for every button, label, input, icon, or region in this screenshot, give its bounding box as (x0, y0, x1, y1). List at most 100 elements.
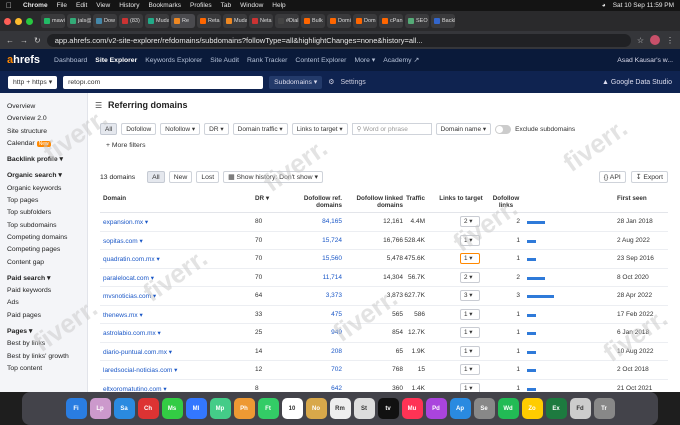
browser-tab[interactable]: SEO (405, 14, 429, 28)
dock-app-icon[interactable]: Ex (545, 398, 567, 419)
dock-app-icon[interactable]: Ph (233, 398, 255, 419)
sidebar-item-content-gap[interactable]: Content gap (7, 257, 87, 269)
api-button[interactable]: {} API (598, 171, 626, 183)
sidebar-section-pages[interactable]: Pages ▾ (7, 326, 87, 338)
browser-tab[interactable]: Muda (223, 14, 247, 28)
nav-keywords-explorer[interactable]: Keywords Explorer (145, 57, 202, 64)
links-to-target-select[interactable]: 1 ▾ (460, 253, 480, 264)
settings-link[interactable]: Settings (341, 79, 366, 86)
links-to-target-select[interactable]: 2 ▾ (460, 216, 480, 227)
dock-app-icon[interactable]: Ml (185, 398, 207, 419)
url-bar[interactable]: app.ahrefs.com/v2-site-explorer/refdomai… (46, 33, 631, 47)
links-to-target-select[interactable]: 2 ▾ (460, 271, 480, 283)
minimize-window-button[interactable] (15, 17, 22, 25)
domain-link[interactable]: quadratin.com.mx ▾ (103, 255, 160, 263)
nav-site-audit[interactable]: Site Audit (210, 57, 239, 64)
dock-app-icon[interactable]: Lp (89, 398, 111, 419)
browser-tab[interactable]: Bulk (301, 14, 325, 28)
domain-link[interactable]: eltxoromatutino.com ▾ (103, 385, 167, 393)
forward-icon[interactable]: → (20, 36, 28, 45)
dofollow-ref-domains-link[interactable]: 208 (290, 348, 342, 355)
sidebar-item-top-subfolders[interactable]: Top subfolders (7, 207, 87, 219)
menu-tab[interactable]: Tab (221, 2, 231, 9)
filter-dofollow[interactable]: Dofollow (121, 123, 157, 135)
mode-select[interactable]: Subdomains ▾ (269, 75, 323, 89)
dock-app-icon[interactable]: Se (473, 398, 495, 419)
dofollow-ref-domains-link[interactable]: 642 (290, 385, 342, 392)
sidebar-item-best-by-links-growth[interactable]: Best by links' growth (7, 351, 87, 363)
browser-tab[interactable]: mawi (41, 14, 65, 28)
dofollow-ref-domains-link[interactable]: 84,165 (290, 218, 342, 225)
domain-link[interactable]: diario-puntual.com.mx ▾ (103, 348, 172, 356)
col-dofollow-linked-domains[interactable]: Dofollow linked domains (345, 195, 403, 209)
target-input[interactable]: retopı.com (63, 75, 264, 89)
domain-link[interactable]: astrolabio.com.mx ▾ (103, 329, 161, 337)
dock-app-icon[interactable]: Pd (425, 398, 447, 419)
export-button[interactable]: ↧ Export (630, 171, 668, 183)
menu-view[interactable]: View (96, 2, 110, 9)
dock-app-icon[interactable]: Ch (137, 398, 159, 419)
zoom-window-button[interactable] (26, 17, 33, 25)
back-icon[interactable]: ← (6, 36, 14, 45)
col-first-seen[interactable]: First seen (617, 195, 647, 202)
browser-tab[interactable]: cPan (379, 14, 403, 28)
protocol-select[interactable]: http + https ▾ (8, 75, 58, 89)
menu-edit[interactable]: Edit (76, 2, 87, 9)
nav-rank-tracker[interactable]: Rank Tracker (247, 57, 287, 64)
reload-icon[interactable]: ↻ (34, 36, 41, 45)
wifi-icon[interactable]: ◕ (602, 2, 606, 9)
dofollow-ref-domains-link[interactable]: 949 (290, 329, 342, 336)
col-domain[interactable]: Domain (103, 195, 126, 202)
dock-app-icon[interactable]: Wd (497, 398, 519, 419)
sidebar-section-organic[interactable]: Organic search ▾ (7, 170, 87, 182)
dofollow-ref-domains-link[interactable]: 15,560 (290, 255, 342, 262)
sidebar-item-competing-domains[interactable]: Competing domains (7, 232, 87, 244)
sidebar-section-paid[interactable]: Paid search ▾ (7, 273, 87, 285)
history-lost-button[interactable]: Lost (196, 171, 220, 183)
col-traffic[interactable]: Traffic (405, 195, 425, 202)
sidebar-section-backlink[interactable]: Backlink profile ▾ (7, 154, 87, 166)
star-icon[interactable]: ☆ (637, 36, 644, 45)
dofollow-ref-domains-link[interactable]: 11,714 (290, 274, 342, 281)
filter-nofollow[interactable]: Nofollow ▾ (160, 123, 201, 135)
sidebar-item-ads[interactable]: Ads (7, 297, 87, 309)
dock-app-icon[interactable]: Ms (161, 398, 183, 419)
dock-app-icon[interactable]: Mp (209, 398, 231, 419)
links-to-target-select[interactable]: 1 ▾ (460, 364, 480, 375)
nav-academy[interactable]: Academy ↗ (383, 56, 419, 64)
filter-dr[interactable]: DR ▾ (204, 123, 229, 135)
gear-icon[interactable]: ⚙ (328, 78, 334, 86)
dock-app-icon[interactable]: tv (377, 398, 399, 419)
dofollow-ref-domains-link[interactable]: 702 (290, 366, 342, 373)
dock-app-icon[interactable]: Ap (449, 398, 471, 419)
domain-name-select[interactable]: Domain name ▾ (435, 123, 492, 135)
nav-site-explorer[interactable]: Site Explorer (95, 57, 137, 64)
domain-link[interactable]: thenews.mx ▾ (103, 311, 143, 319)
domain-link[interactable]: sopitas.com ▾ (103, 237, 143, 245)
sidebar-item-paid-pages[interactable]: Paid pages (7, 310, 87, 322)
dock-app-icon[interactable]: Tr (593, 398, 615, 419)
dofollow-ref-domains-link[interactable]: 15,724 (290, 237, 342, 244)
sidebar-item-calendar[interactable]: Calendar New (7, 138, 87, 150)
menu-file[interactable]: File (57, 2, 67, 9)
profile-avatar[interactable] (650, 35, 660, 45)
dofollow-ref-domains-link[interactable]: 475 (290, 311, 342, 318)
browser-tab[interactable]: Domi (327, 14, 351, 28)
menu-profiles[interactable]: Profiles (190, 2, 212, 9)
apple-icon[interactable]:  (6, 1, 12, 10)
exclude-subdomains-toggle[interactable] (495, 124, 512, 134)
app-name[interactable]: Chrome (23, 2, 48, 9)
browser-tab[interactable]: #Dial (275, 14, 299, 28)
close-window-button[interactable] (4, 17, 11, 25)
kebab-menu-icon[interactable]: ⋮ (666, 36, 674, 45)
account-menu[interactable]: Asad Kausar's w... (617, 57, 673, 64)
filter-links-to-target[interactable]: Links to target ▾ (291, 123, 348, 135)
menu-bookmarks[interactable]: Bookmarks (148, 2, 181, 9)
nav-dashboard[interactable]: Dashboard (54, 57, 87, 64)
clock[interactable]: Sat 10 Sep 11:59 PM (613, 2, 674, 9)
sidebar-item-overview[interactable]: Overview (7, 101, 87, 113)
hamburger-icon[interactable]: ☰ (95, 101, 102, 110)
more-filters-button[interactable]: + More filters (106, 142, 145, 149)
browser-tab[interactable]: Neta (249, 14, 273, 28)
domain-link[interactable]: mvsnoticias.com ▾ (103, 292, 156, 300)
